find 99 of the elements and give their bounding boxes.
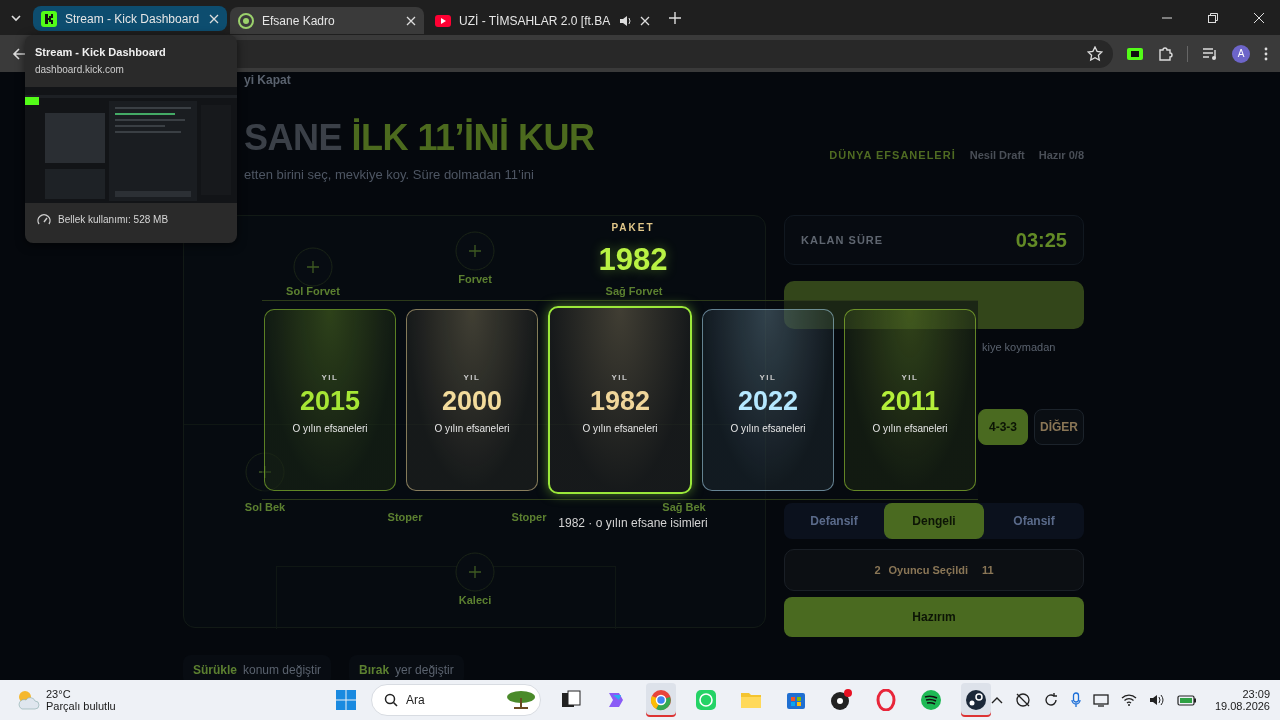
mode-tag: Nesil Draft — [969, 149, 1025, 161]
wifi-icon[interactable] — [1120, 694, 1137, 706]
tab-title: Efsane Kadro — [262, 13, 336, 28]
preview-url: dashboard.kick.com — [34, 63, 125, 75]
app-icon[interactable] — [964, 689, 987, 711]
tab-favicon-icon — [41, 10, 57, 27]
year-number: 2022 — [737, 385, 799, 417]
hint-key: Bırak — [359, 663, 390, 677]
close-icon[interactable] — [640, 15, 651, 26]
pack-label: PAKET — [610, 222, 656, 233]
year-label: YIL — [759, 372, 777, 382]
browser-tab[interactable]: UZİ - TİMSAHLAR 2.0 [ft.BA — [427, 7, 659, 34]
hint-key: Sürükle — [193, 663, 237, 677]
restore-icon[interactable] — [1208, 12, 1218, 23]
close-icon[interactable] — [209, 13, 219, 24]
tab-title: UZİ - TİMSAHLAR 2.0 [ft.BA — [459, 13, 611, 28]
selected-label: Oyuncu Seçildi — [888, 564, 968, 576]
year-card[interactable]: YIL 1982 O yılın efsaneleri — [548, 306, 692, 494]
browser-tab[interactable]: Efsane Kadro — [230, 7, 424, 34]
tab-favicon-icon — [238, 12, 254, 29]
app-icon[interactable] — [919, 689, 942, 711]
new-tab-icon[interactable] — [669, 11, 682, 24]
close-icon[interactable] — [1254, 12, 1264, 23]
back-icon[interactable] — [12, 46, 26, 61]
year-caption: O yılın efsaneleri — [434, 422, 510, 434]
formation-button[interactable]: DİĞER — [1034, 409, 1084, 445]
browser-tab[interactable]: Stream - Kick Dashboard — [33, 6, 227, 31]
refresh-icon[interactable] — [1042, 692, 1059, 708]
mode-tag: DÜNYA EFSANELERİ — [829, 149, 956, 161]
position-label: Sol Bek — [244, 501, 286, 513]
battery-icon[interactable] — [1176, 694, 1197, 706]
gauge-icon — [37, 213, 51, 225]
hint-text: yer değiştir — [395, 663, 454, 677]
year-card[interactable]: YIL 2000 O yılın efsaneleri — [406, 309, 538, 491]
timer-label: KALAN SÜRE — [801, 234, 884, 246]
taskbar-search-field[interactable]: Ara — [370, 684, 541, 716]
year-card[interactable]: YIL 2022 O yılın efsaneleri — [702, 309, 834, 491]
year-caption: O yılın efsaneleri — [872, 422, 948, 434]
clock[interactable]: 23:09 19.08.2026 — [1214, 688, 1270, 712]
position-label: Sol Forvet — [286, 285, 340, 297]
hint-text: konum değiştir — [243, 663, 322, 677]
selected-count: 2 — [874, 564, 881, 576]
total-count: 11 — [981, 564, 994, 576]
mode-tag: Hazır 0/8 — [1038, 149, 1084, 161]
year-label: YIL — [901, 372, 919, 382]
page-title: SANE İLK 11’İNİ KUR — [244, 117, 595, 159]
position-label: Kaleci — [458, 594, 492, 606]
taskbar-button[interactable] — [960, 683, 991, 717]
clock-date: 19.08.2026 — [1214, 700, 1270, 712]
search-input[interactable]: Ara — [403, 692, 498, 708]
memory-usage-text: Bellek kullanımı: 528 MB — [58, 213, 169, 225]
year-card[interactable]: YIL 2011 O yılın efsaneleri — [844, 309, 976, 491]
position-label: Sağ Bek — [662, 501, 706, 513]
search-icon — [383, 693, 398, 707]
year-label: YIL — [321, 372, 339, 382]
tab-favicon-icon — [435, 12, 451, 29]
tab-title: Stream - Kick Dashboard — [65, 11, 201, 26]
timer-value: 03:25 — [1015, 228, 1067, 252]
chevron-up-icon[interactable] — [990, 696, 1003, 704]
weather-widget[interactable]: 23°C Parçalı bulutlu — [0, 688, 284, 712]
selection-caption: 1982 · o yılın efsane isimleri — [558, 516, 708, 530]
year-number: 1982 — [589, 385, 651, 417]
weather-text: Parçalı bulutlu — [46, 700, 116, 712]
puzzle-icon[interactable] — [1157, 45, 1173, 62]
star-icon[interactable] — [1087, 45, 1103, 62]
play-style-option[interactable]: Ofansif — [984, 503, 1084, 539]
extension-badge-icon[interactable] — [1127, 47, 1143, 60]
microphone-icon[interactable] — [1070, 692, 1081, 708]
profile-avatar[interactable]: A — [1232, 44, 1250, 63]
position-label: Sağ Forvet — [605, 285, 663, 297]
year-card[interactable]: YIL 2015 O yılın efsaneleri — [264, 309, 396, 491]
year-label: YIL — [611, 372, 629, 382]
app-icon[interactable] — [829, 689, 852, 711]
pack-year: 1982 — [597, 242, 669, 278]
position-label: Stoper — [387, 511, 423, 523]
add-player-slot-icon[interactable] — [245, 452, 285, 492]
year-number: 2015 — [299, 385, 361, 417]
start-icon[interactable] — [335, 690, 356, 710]
temperature-text: 23°C — [46, 688, 72, 700]
year-number: 2000 — [441, 385, 503, 417]
speaker-icon[interactable] — [618, 13, 633, 28]
year-number: 2011 — [880, 385, 940, 417]
weather-icon — [16, 689, 40, 711]
sync-off-icon[interactable] — [1014, 692, 1031, 708]
year-caption: O yılın efsaneleri — [292, 422, 368, 434]
monitor-icon[interactable] — [1092, 693, 1109, 707]
clock-time: 23:09 — [1242, 688, 1270, 700]
preview-title: Stream - Kick Dashboard — [34, 45, 167, 58]
hint-text: kiye koymadan — [982, 341, 1056, 353]
position-label: Forvet — [458, 273, 492, 285]
position-label: Stoper — [511, 511, 547, 523]
media-queue-icon[interactable] — [1202, 46, 1218, 61]
year-caption: O yılın efsaneleri — [730, 422, 806, 434]
close-icon[interactable] — [406, 15, 416, 26]
year-label: YIL — [463, 372, 481, 382]
page-subtitle: etten birini seç, mevkiye koy. Süre dolmadan 11’ini — [244, 167, 534, 182]
year-caption: O yılın efsaneleri — [582, 422, 658, 434]
menu-icon[interactable] — [1264, 46, 1268, 61]
volume-icon[interactable] — [1148, 693, 1165, 707]
